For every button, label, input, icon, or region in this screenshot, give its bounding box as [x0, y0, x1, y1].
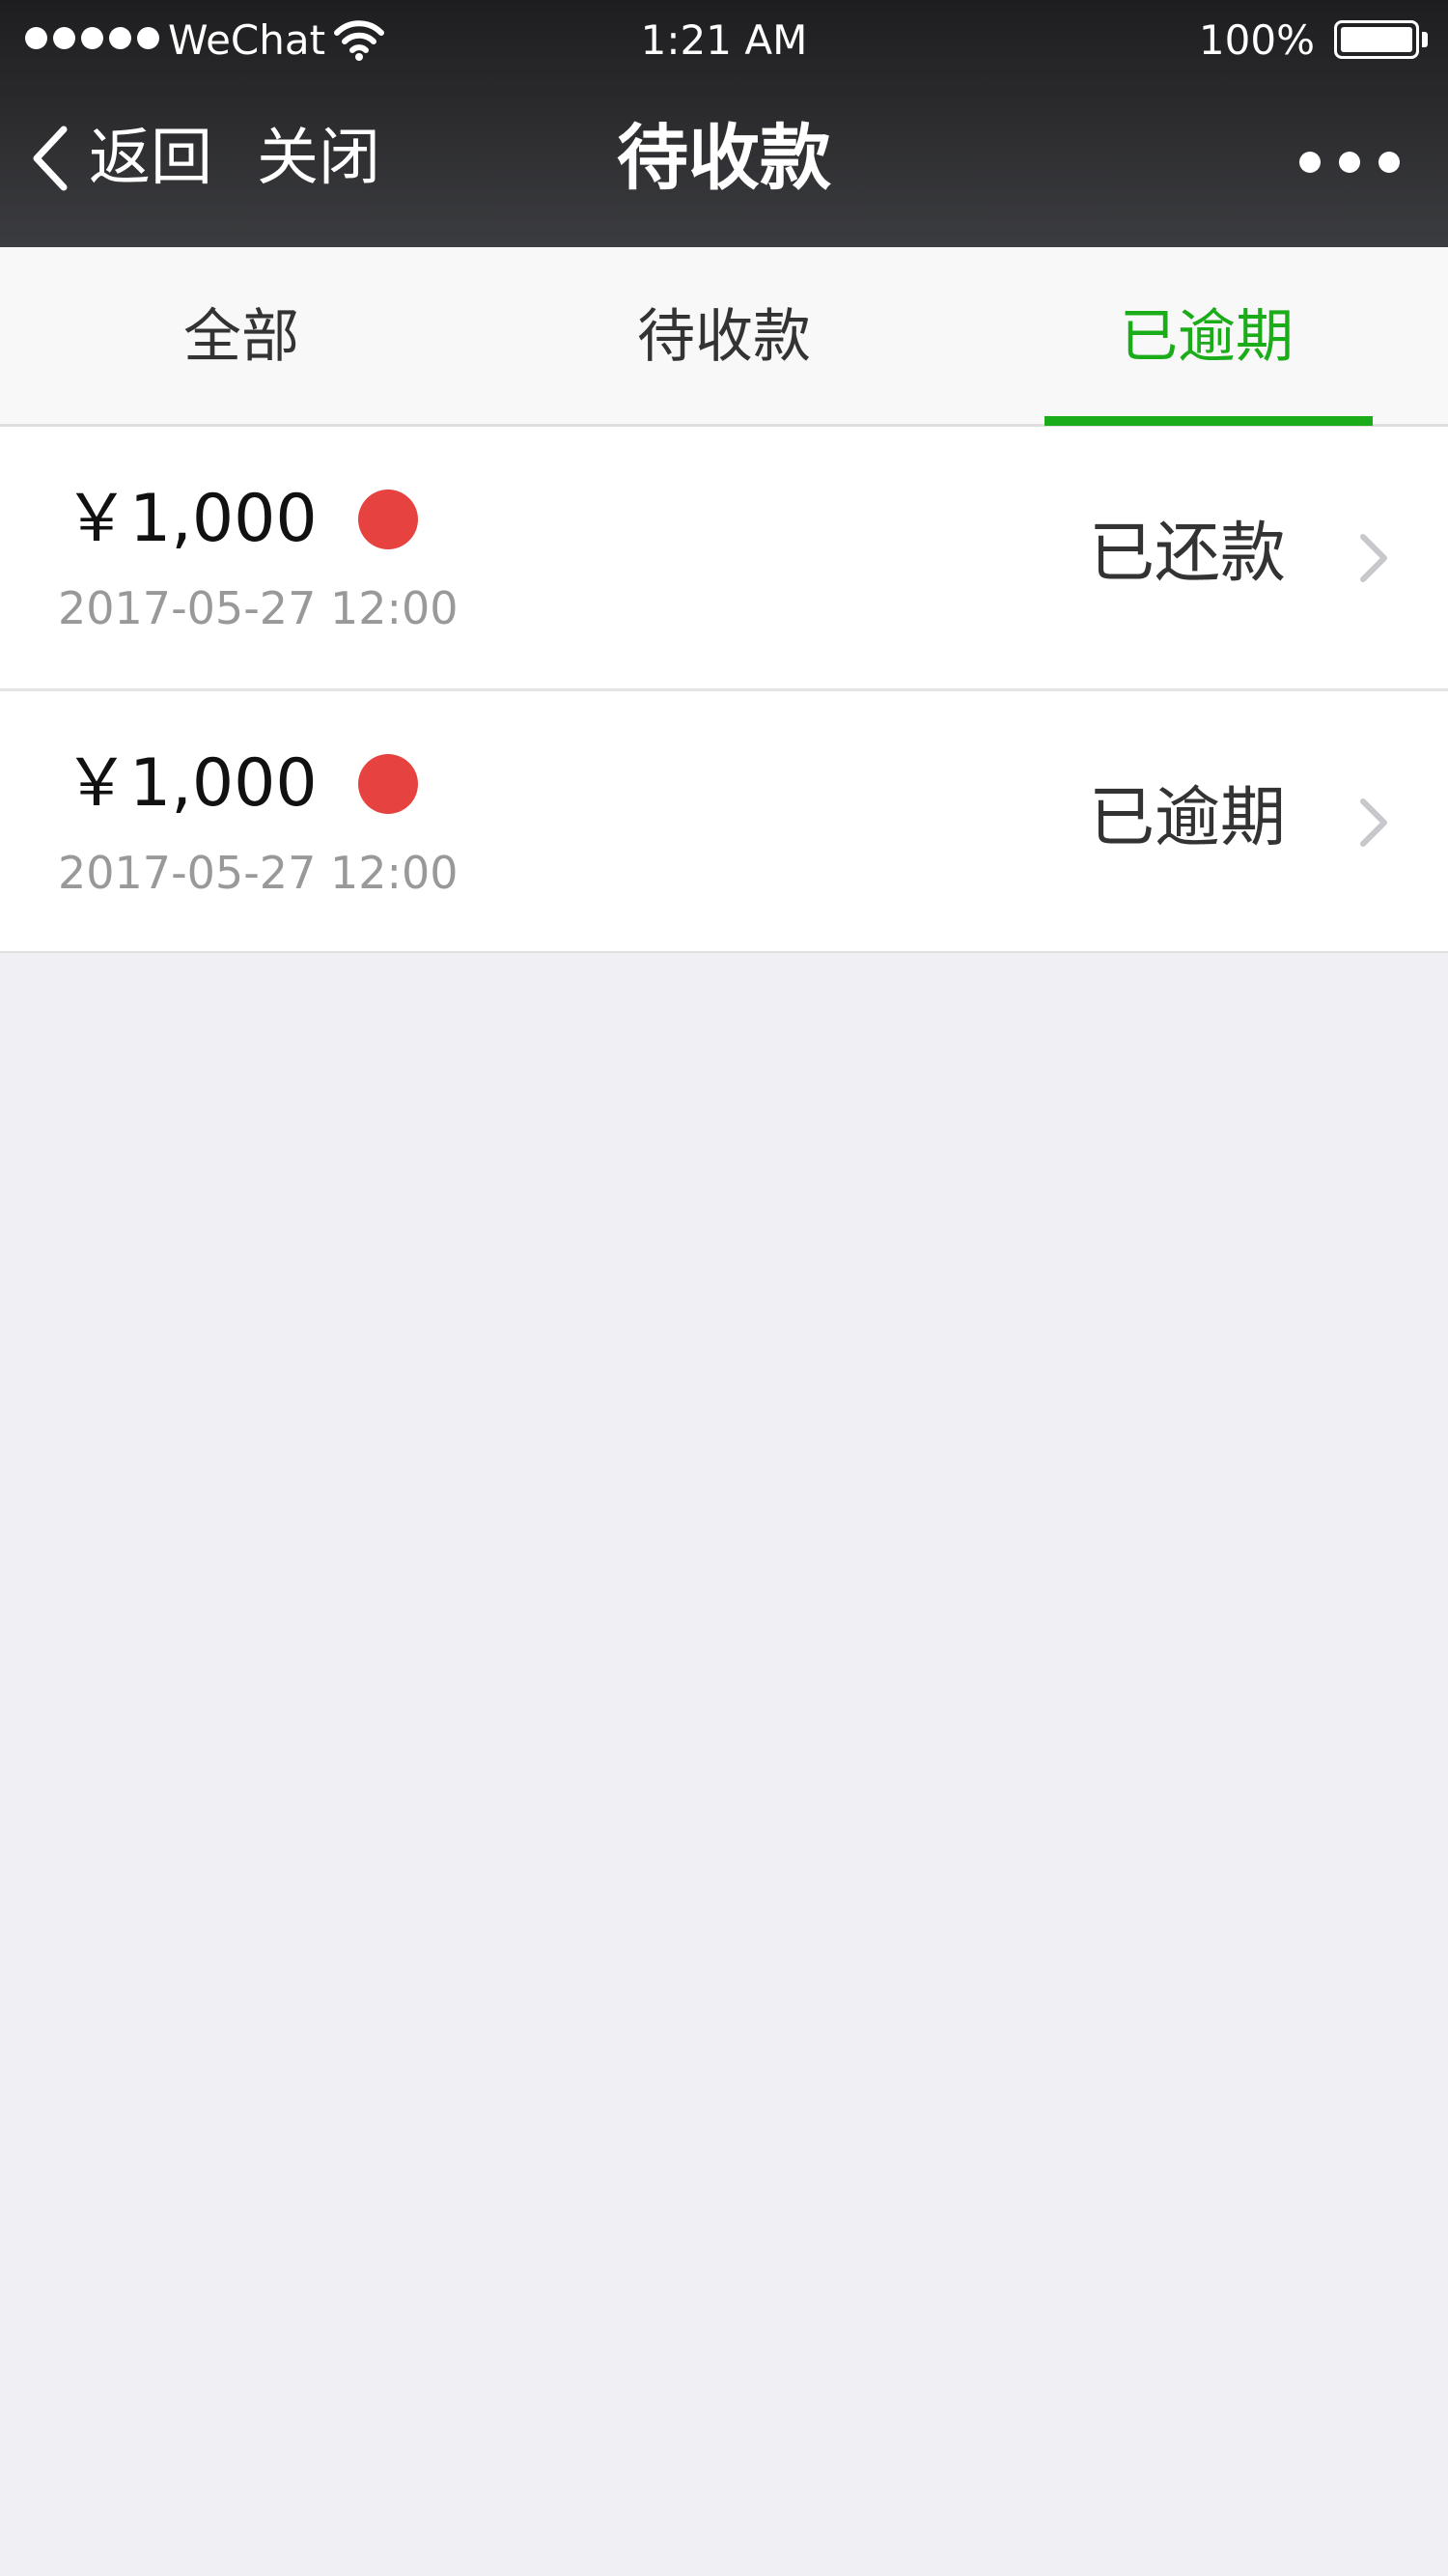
page-title: 待收款 [617, 117, 831, 200]
back-button[interactable]: 返回 [31, 120, 212, 197]
close-label: 关闭 [257, 123, 380, 194]
nav-bar: 返回 关闭 待收款 [0, 81, 1448, 247]
red-dot-icon [357, 754, 418, 814]
empty-area [0, 954, 1448, 2576]
more-dots-icon [1299, 152, 1321, 173]
tab-overdue[interactable]: 已逾期 [965, 247, 1448, 424]
item-header: ￥1,000 [64, 745, 418, 823]
status-label: 已还款 [1088, 516, 1286, 592]
back-label: 返回 [89, 123, 212, 194]
chevron-right-icon [1360, 534, 1387, 582]
red-dot-icon [357, 490, 418, 549]
datetime-label: 2017-05-27 12:00 [58, 582, 459, 634]
battery-percent: 100% [1198, 16, 1315, 64]
battery-tip [1422, 32, 1428, 47]
battery-level [1341, 27, 1412, 52]
datetime-label: 2017-05-27 12:00 [58, 847, 459, 899]
more-button[interactable] [1299, 139, 1400, 185]
tab-bar: 全部 待收款 已逾期 [0, 247, 1448, 427]
chevron-right-icon [1360, 798, 1387, 847]
chevron-left-icon [33, 126, 68, 191]
more-dot [1339, 152, 1360, 173]
header: WeChat 1:21 AM 100% 返回 关闭 待收款 [0, 0, 1448, 247]
battery-icon [1334, 20, 1419, 59]
list-item[interactable]: ￥1,000 2017-05-27 12:00 已逾期 [0, 688, 1448, 953]
status-label: 已逾期 [1088, 780, 1286, 856]
list-item[interactable]: ￥1,000 2017-05-27 12:00 已还款 [0, 427, 1448, 688]
amount-label: ￥1,000 [64, 745, 318, 822]
item-header: ￥1,000 [64, 481, 418, 558]
payment-list: ￥1,000 2017-05-27 12:00 已还款 ￥1,000 2017-… [0, 427, 1448, 953]
close-button[interactable]: 关闭 [257, 120, 380, 197]
amount-label: ￥1,000 [64, 481, 318, 557]
tab-pending[interactable]: 待收款 [483, 247, 965, 424]
active-tab-indicator [1044, 416, 1373, 426]
status-bar: WeChat 1:21 AM 100% [0, 0, 1448, 81]
tab-all[interactable]: 全部 [0, 247, 483, 424]
more-dot [1378, 152, 1400, 173]
